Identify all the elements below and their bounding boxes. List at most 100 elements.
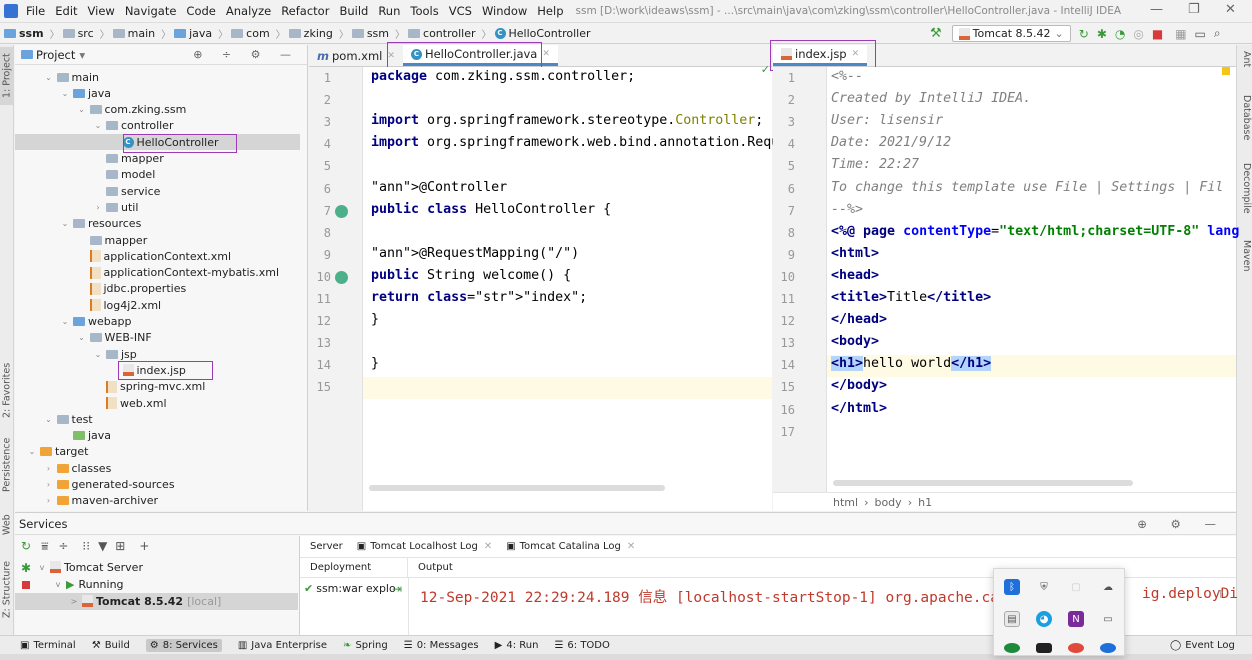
tool-terminal[interactable]: ▣ Terminal: [20, 640, 76, 651]
tree-item-web-xml[interactable]: web.xml: [93, 395, 167, 411]
service-running[interactable]: v ▶ Running: [53, 576, 124, 592]
browser-icon[interactable]: [1068, 643, 1084, 653]
breadcrumb-ssm[interactable]: ssm: [4, 27, 44, 40]
menu-tools[interactable]: Tools: [410, 4, 438, 18]
jsp-editor[interactable]: 1 <%-- 2 Created by IntelliJ IDEA. 3 User: …: [773, 67, 1239, 492]
close-tab-icon[interactable]: ✕: [484, 541, 492, 552]
message-icon[interactable]: ▭: [1100, 611, 1116, 627]
tab-tomcat-localhost-log[interactable]: ▣ Tomcat Localhost Log ✕: [357, 541, 492, 552]
tree-item-controller[interactable]: ⌄ controller: [93, 118, 174, 134]
project-structure-icon[interactable]: ▦: [1175, 27, 1186, 41]
tree-item-java[interactable]: java: [60, 428, 111, 444]
tree-item-jdbc-properties[interactable]: jdbc.properties: [77, 281, 186, 297]
chevron-down-icon[interactable]: ▾: [79, 48, 85, 62]
menu-help[interactable]: Help: [537, 4, 563, 18]
tree-item-test[interactable]: ⌄ test: [44, 411, 92, 427]
tree-item-model[interactable]: model: [93, 167, 155, 183]
coverage-icon[interactable]: ◔: [1115, 27, 1125, 41]
tool-run[interactable]: ▶ 4: Run: [495, 640, 539, 651]
tree-item-target[interactable]: ⌄ target: [27, 444, 89, 460]
tree-item-log4j2-xml[interactable]: log4j2.xml: [77, 297, 161, 313]
stop-icon[interactable]: [22, 581, 30, 589]
monitor-icon[interactable]: ▤: [1004, 611, 1020, 627]
tool-spring[interactable]: ❧ Spring: [343, 640, 388, 651]
tree-item-service[interactable]: service: [93, 183, 160, 199]
tool-window-project[interactable]: 1: Project: [0, 47, 14, 105]
tool-window-persistence[interactable]: Persistence: [0, 435, 14, 495]
tool-event-log[interactable]: ◯ Event Log: [1170, 640, 1235, 651]
breadcrumb-hellocontroller[interactable]: C HelloController: [494, 27, 591, 40]
expand-arrow-icon[interactable]: ⌄: [77, 105, 87, 114]
tree-item-resources[interactable]: ⌄ resources: [60, 216, 142, 232]
breadcrumb-zking[interactable]: zking: [288, 27, 333, 40]
onenote-icon[interactable]: N: [1068, 611, 1084, 627]
crumb-body[interactable]: body: [874, 496, 901, 509]
service-tomcat-server[interactable]: v Tomcat Server: [37, 559, 143, 575]
expand-arrow-icon[interactable]: ›: [93, 203, 103, 212]
tree-item-com-zking-ssm[interactable]: ⌄ com.zking.ssm: [77, 102, 186, 118]
breadcrumb-main[interactable]: main: [112, 27, 155, 40]
expand-arrow-icon[interactable]: ›: [44, 464, 54, 473]
tree-item-generated-sources[interactable]: › generated-sources: [44, 477, 175, 493]
expand-arrow-icon[interactable]: ⌄: [93, 350, 103, 359]
tree-item-maven-archiver[interactable]: › maven-archiver: [44, 493, 158, 509]
chat-icon[interactable]: ◕: [1036, 611, 1052, 627]
run-configuration-select[interactable]: Tomcat 8.5.42 ⌄: [951, 25, 1071, 42]
menu-run[interactable]: Run: [378, 4, 400, 18]
crumb-html[interactable]: html: [833, 496, 858, 509]
expand-arrow-icon[interactable]: ⌄: [44, 415, 54, 424]
tool-window-web[interactable]: Web: [0, 505, 14, 545]
java-editor[interactable]: 1 package com.zking.ssm.controller; 2 3 impo…: [309, 63, 779, 511]
tab-tomcat-catalina-log[interactable]: ▣ Tomcat Catalina Log ✕: [506, 541, 635, 552]
close-icon[interactable]: ✕: [1225, 2, 1236, 17]
breadcrumb-controller[interactable]: controller: [408, 27, 476, 40]
tool-window-ant[interactable]: Ant: [1238, 51, 1252, 67]
filter-icon[interactable]: ▼: [98, 539, 107, 553]
minimize-icon[interactable]: —: [1150, 2, 1163, 17]
close-tab-icon[interactable]: ✕: [542, 49, 550, 59]
project-view-select[interactable]: Project: [36, 48, 75, 62]
tool-window-database[interactable]: Database: [1238, 95, 1252, 140]
breadcrumb-src[interactable]: src: [62, 27, 94, 40]
stop-icon[interactable]: ■: [1152, 27, 1163, 41]
onedrive-icon[interactable]: ☁: [1100, 579, 1116, 595]
tree-item-applicationcontext-xml[interactable]: applicationContext.xml: [77, 248, 231, 264]
spring-bean-gutter-icon[interactable]: [335, 270, 348, 284]
horizontal-scrollbar[interactable]: [833, 480, 1133, 486]
debug-icon[interactable]: ✱: [1097, 27, 1107, 41]
collapse-all-icon[interactable]: ÷: [58, 539, 68, 553]
scroll-up-icon[interactable]: ↑: [1216, 588, 1225, 601]
expand-arrow-icon[interactable]: ⌄: [60, 317, 70, 326]
new-tab-icon[interactable]: ⊞: [115, 539, 125, 553]
bluetooth-icon[interactable]: ᛒ: [1004, 579, 1020, 595]
menu-view[interactable]: View: [88, 4, 115, 18]
menu-build[interactable]: Build: [339, 4, 368, 18]
crumb-h1[interactable]: h1: [918, 496, 932, 509]
restore-icon[interactable]: ❐: [1188, 2, 1200, 17]
tree-item-classes[interactable]: › classes: [44, 460, 111, 476]
windows-icon[interactable]: [1036, 643, 1052, 653]
service-tomcat-local[interactable]: > Tomcat 8.5.42 [local]: [69, 593, 222, 609]
inspection-ok-icon[interactable]: ✓: [761, 63, 770, 76]
menu-analyze[interactable]: Analyze: [226, 4, 271, 18]
deployment-item[interactable]: ✔ ssm:war explo: [304, 582, 396, 595]
add-service-icon[interactable]: +: [139, 539, 149, 553]
project-panel-actions[interactable]: ⊕ ÷ ⚙ —: [193, 48, 299, 61]
search-icon[interactable]: ⌕: [1214, 26, 1221, 41]
tree-item-main[interactable]: ⌄ main: [44, 69, 99, 85]
hammer-build-icon[interactable]: ⚒: [930, 26, 942, 41]
tool-todo[interactable]: ☰ 6: TODO: [554, 640, 609, 651]
menu-file[interactable]: File: [26, 4, 45, 18]
tool-java-enterprise[interactable]: ▥ Java Enterprise: [238, 640, 327, 651]
app-icon[interactable]: ▢: [1068, 579, 1084, 595]
menu-navigate[interactable]: Navigate: [125, 4, 177, 18]
tab-server[interactable]: Server: [310, 541, 343, 552]
tree-item-java[interactable]: ⌄ java: [60, 85, 111, 101]
tree-item-mapper[interactable]: mapper: [77, 232, 147, 248]
tool-window-decompile[interactable]: Decompile: [1238, 163, 1252, 214]
edge-icon[interactable]: [1100, 643, 1116, 653]
tree-item-util[interactable]: › util: [93, 199, 138, 215]
tool-window-maven[interactable]: Maven: [1238, 240, 1252, 272]
rerun-icon[interactable]: ↻: [21, 539, 31, 553]
tool-messages[interactable]: ☰ 0: Messages: [404, 640, 479, 651]
